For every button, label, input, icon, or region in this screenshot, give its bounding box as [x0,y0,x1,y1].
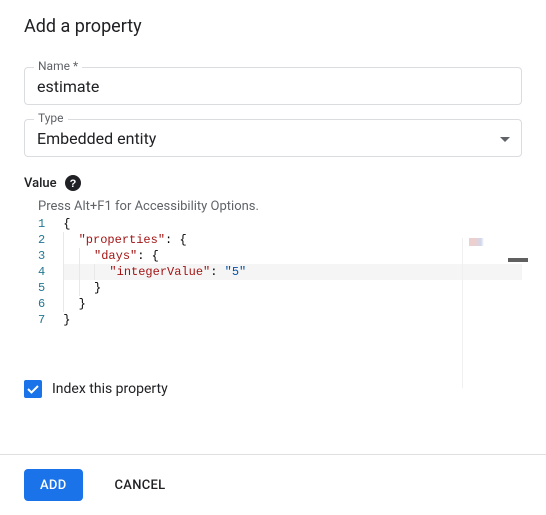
line-number: 3 [38,248,45,264]
code-line: } [63,296,522,312]
code-minimap[interactable] [462,238,522,388]
name-input[interactable] [24,67,522,105]
value-label: Value [24,176,57,191]
svg-text:?: ? [69,178,76,190]
code-line: "integerValue": "5" [63,264,522,280]
help-icon[interactable]: ? [65,175,81,191]
dialog-title: Add a property [0,0,546,53]
cancel-button[interactable]: CANCEL [99,469,182,501]
line-number: 5 [38,280,45,296]
code-gutter: 1 2 3 4 5 6 7 [24,216,63,328]
type-field-wrap: Type Embedded entity [24,119,522,157]
accessibility-hint: Press Alt+F1 for Accessibility Options. [24,199,522,214]
name-field-wrap: Name * [24,67,522,105]
code-line: "days": { [63,248,522,264]
type-select[interactable]: Embedded entity [24,119,522,157]
code-line: } [63,312,522,328]
type-selected-value: Embedded entity [37,129,156,148]
line-number: 2 [38,232,45,248]
overview-ruler-mark [508,258,528,262]
name-label: Name * [34,59,82,73]
code-editor[interactable]: 1 2 3 4 5 6 7 { "properties": { "days": … [24,216,522,328]
code-line: { [63,216,522,232]
dialog-actions: ADD CANCEL [0,454,546,515]
line-number: 4 [38,264,45,280]
code-line: } [63,280,522,296]
line-number: 1 [38,216,45,232]
check-icon [26,382,40,396]
code-body[interactable]: { "properties": { "days": { "integerValu… [63,216,522,328]
type-label: Type [34,111,68,125]
line-number: 6 [38,296,45,312]
index-checkbox-label: Index this property [52,381,168,397]
index-checkbox[interactable] [24,380,42,398]
code-line: "properties": { [63,232,522,248]
line-number: 7 [38,312,45,328]
minimap-content [469,238,499,246]
add-button[interactable]: ADD [24,469,83,501]
